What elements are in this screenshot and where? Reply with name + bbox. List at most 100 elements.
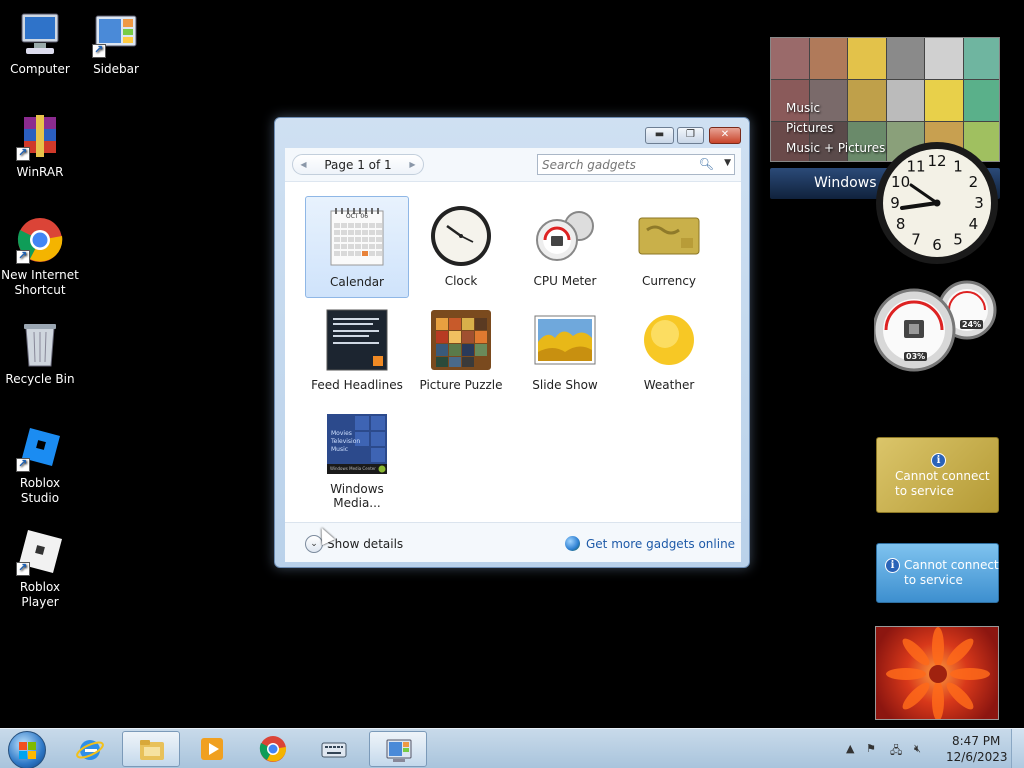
- desktop-icon-roblox-player[interactable]: Roblox Player: [0, 528, 80, 610]
- shortcut-arrow-icon: [16, 560, 30, 576]
- gadget-tile-weather[interactable]: Weather: [617, 300, 721, 402]
- taskbar-file-explorer[interactable]: [122, 731, 180, 767]
- media-thumb-line: Movies: [331, 430, 352, 437]
- chrome-icon: [16, 216, 64, 264]
- media-menu-item-pictures[interactable]: Pictures: [786, 118, 885, 138]
- close-icon: ✕: [720, 129, 730, 140]
- feed-headlines-gadget[interactable]: i Cannot connect to service: [876, 543, 999, 603]
- gadget-tile-cpu-meter[interactable]: CPU Meter: [513, 196, 617, 298]
- currency-icon: [637, 204, 701, 268]
- gadgets-icon: [386, 739, 412, 762]
- clock-numeral: 9: [890, 194, 900, 212]
- desktop-icon-label: New Internet Shortcut: [1, 268, 79, 297]
- search-box[interactable]: 🔍︎ ▼: [537, 154, 735, 175]
- chevron-down-icon[interactable]: ▼: [724, 158, 731, 168]
- search-icon[interactable]: 🔍︎: [699, 157, 714, 171]
- sun-icon: [637, 308, 701, 372]
- desktop-icon-label: Roblox Studio: [19, 476, 61, 505]
- gadget-name: Feed Headlines: [311, 378, 403, 392]
- clock-numeral: 10: [891, 173, 910, 191]
- gadget-name: Windows Media...: [330, 482, 384, 510]
- gadget-tile-feed-headlines[interactable]: Feed Headlines: [305, 300, 409, 402]
- clock-numeral: 2: [969, 173, 979, 191]
- currency-gadget[interactable]: i Cannot connect to service: [876, 437, 999, 513]
- show-hidden-icons-button[interactable]: ▲: [846, 742, 854, 755]
- shortcut-arrow-icon: [16, 456, 30, 472]
- minimize-button[interactable]: ▬: [645, 127, 674, 144]
- volume-muted-icon[interactable]: 🔇︎: [914, 742, 921, 756]
- shortcut-arrow-icon: [92, 42, 106, 58]
- clock-numeral: 3: [974, 194, 984, 212]
- clock-numeral: 12: [927, 152, 946, 170]
- window-titlebar[interactable]: ▬ ❐ ✕: [275, 118, 749, 148]
- desktop-icon-winrar[interactable]: WinRAR: [0, 113, 80, 180]
- taskbar-clock-date[interactable]: 12/6/2023: [946, 750, 1008, 764]
- taskbar-media-player[interactable]: [183, 731, 241, 767]
- media-thumb-line: Music: [331, 446, 349, 453]
- taskbar-desktop-gadgets[interactable]: [369, 731, 427, 767]
- taskbar-chrome[interactable]: [244, 731, 302, 767]
- media-menu-item-music[interactable]: Music: [786, 98, 885, 118]
- desktop-icon-label: Recycle Bin: [5, 372, 75, 386]
- network-icon[interactable]: 🖧︎: [890, 742, 902, 761]
- get-more-gadgets-label: Get more gadgets online: [586, 537, 736, 551]
- windows-logo-icon: [19, 742, 36, 759]
- clock-icon: [429, 204, 493, 268]
- desktop-icon-roblox-studio[interactable]: Roblox Studio: [0, 424, 80, 506]
- chevron-down-icon: ⌄: [310, 539, 318, 549]
- gadget-tile-clock[interactable]: Clock: [409, 196, 513, 298]
- gadget-tile-currency[interactable]: Currency: [617, 196, 721, 298]
- shortcut-arrow-icon: [16, 248, 30, 264]
- action-center-flag-icon[interactable]: ⚑: [866, 742, 876, 755]
- media-thumb-line: Television: [331, 438, 361, 445]
- gadget-tile-calendar[interactable]: OCT 06 Calendar: [305, 196, 409, 298]
- taskbar-clock-time[interactable]: 8:47 PM: [952, 734, 1000, 748]
- taskbar-on-screen-keyboard[interactable]: [305, 731, 363, 767]
- slide-show-gadget[interactable]: [875, 626, 999, 720]
- get-more-gadgets-link[interactable]: Get more gadgets online: [565, 536, 735, 551]
- roblox-studio-icon: [16, 424, 64, 472]
- search-input[interactable]: [542, 157, 692, 172]
- media-bar-label: Windows: [814, 175, 877, 191]
- maximize-button[interactable]: ❐: [677, 127, 704, 144]
- chrome-icon: [259, 736, 287, 762]
- gadget-name: Clock: [444, 274, 478, 288]
- flower-image: [886, 627, 990, 719]
- internet-explorer-icon: [76, 740, 104, 760]
- gadget-name: Calendar: [330, 275, 384, 289]
- taskbar-internet-explorer[interactable]: [61, 731, 119, 767]
- desktop-icon-sidebar[interactable]: Sidebar: [76, 10, 156, 77]
- picture-puzzle-icon: [429, 308, 493, 372]
- folder-icon: [140, 740, 164, 760]
- next-page-button[interactable]: ▶: [405, 157, 420, 172]
- calendar-icon: OCT 06: [325, 205, 389, 269]
- currency-error-text: Cannot connect to service: [895, 469, 990, 498]
- desktop-icon-label: Roblox Player: [19, 580, 61, 609]
- page-navigator: ◀ Page 1 of 1 ▶: [292, 154, 424, 175]
- gadget-tile-picture-puzzle[interactable]: Picture Puzzle: [409, 300, 513, 402]
- start-button[interactable]: [8, 731, 46, 768]
- media-menu-item-music-pictures[interactable]: Music + Pictures: [786, 138, 885, 158]
- clock-numeral: 5: [953, 230, 963, 248]
- media-player-icon: [201, 738, 223, 760]
- show-details-label[interactable]: Show details: [327, 537, 403, 551]
- calendar-month-label: OCT 06: [345, 213, 369, 220]
- gadget-gallery-window[interactable]: ▬ ❐ ✕ ◀ Page 1 of 1 ▶ 🔍︎ ▼: [274, 117, 750, 568]
- taskbar: ▲ ⚑ 🖧︎ 🔇︎ 8:47 PM 12/6/2023: [0, 728, 1024, 768]
- gadget-name: Picture Puzzle: [419, 378, 503, 392]
- close-button[interactable]: ✕: [709, 127, 741, 144]
- clock-numeral: 8: [896, 215, 906, 233]
- clock-gadget[interactable]: 12 1 2 3 4 5 6 7 8 9 10 11: [874, 140, 1000, 266]
- show-desktop-button[interactable]: [1011, 729, 1024, 768]
- gadget-name: Weather: [643, 378, 695, 392]
- desktop-icon-label: Computer: [10, 62, 70, 76]
- globe-icon: [565, 536, 580, 551]
- cpu-meter-gadget[interactable]: 03% 24%: [872, 280, 1000, 376]
- gadget-name: Slide Show: [532, 378, 598, 392]
- gadget-tile-slide-show[interactable]: Slide Show: [513, 300, 617, 402]
- desktop-icon-recycle-bin[interactable]: Recycle Bin: [0, 320, 80, 387]
- desktop-icon-new-internet-shortcut[interactable]: New Internet Shortcut: [0, 216, 80, 298]
- desktop-icon-computer[interactable]: Computer: [0, 10, 80, 77]
- gadget-tile-windows-media-center[interactable]: Movies Television Music Windows Media Ce…: [305, 404, 409, 510]
- previous-page-button[interactable]: ◀: [296, 157, 311, 172]
